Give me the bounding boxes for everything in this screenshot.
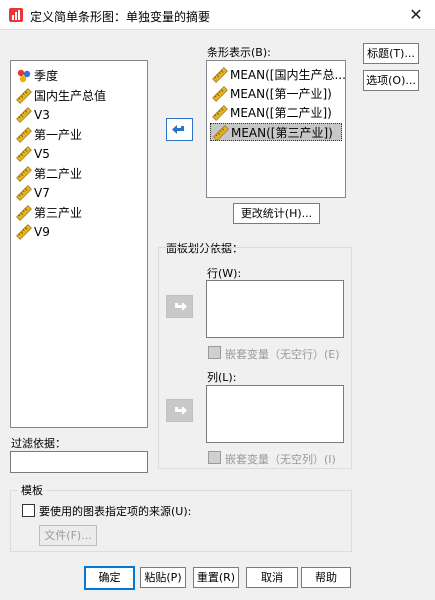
nest-cols-checkbox[interactable] xyxy=(208,451,221,464)
scale-variable-icon xyxy=(212,67,228,83)
variable-list[interactable]: 季度国内生产总值 V3 第一产业 V5 第二产业 V7 第三产业 V9 xyxy=(10,60,148,428)
scale-variable-icon xyxy=(16,224,32,240)
variable-label: 第一产业 xyxy=(34,127,83,142)
file-button[interactable]: 文件(F)... xyxy=(39,525,97,546)
scale-variable-icon xyxy=(16,165,32,182)
close-icon[interactable]: ✕ xyxy=(402,3,430,27)
variable-item[interactable]: 季度 xyxy=(14,67,58,85)
variable-label: V7 xyxy=(34,186,50,200)
filter-label: 过滤依据： xyxy=(11,437,66,450)
move-to-cols-button[interactable] xyxy=(166,399,193,422)
cancel-button[interactable]: 取消 xyxy=(246,567,298,588)
nest-rows-checkbox[interactable] xyxy=(208,346,221,359)
arrow-right-icon xyxy=(175,302,187,311)
variable-label: V9 xyxy=(34,225,50,239)
filter-input[interactable] xyxy=(10,451,148,473)
bar-item[interactable]: MEAN([第三产业]) xyxy=(210,123,342,141)
bars-label: 条形表示(B): xyxy=(207,46,271,59)
scale-variable-icon xyxy=(16,87,32,104)
variable-item[interactable]: V3 xyxy=(14,106,50,124)
scale-variable-icon xyxy=(16,146,32,162)
variable-item[interactable]: V7 xyxy=(14,184,50,202)
scale-variable-icon xyxy=(16,185,32,201)
bar-item[interactable]: MEAN([第一产业]) xyxy=(210,85,342,103)
variable-label: V3 xyxy=(34,108,50,122)
use-chart-spec-label: 要使用的图表指定项的来源(U): xyxy=(39,505,192,518)
bar-item-label: MEAN([国内生产总... xyxy=(230,68,346,82)
scale-variable-icon xyxy=(213,125,229,141)
variable-item[interactable]: 第三产业 xyxy=(14,204,82,222)
help-button[interactable]: 帮助 xyxy=(301,567,351,588)
scale-variable-icon xyxy=(16,107,32,123)
bar-item[interactable]: MEAN([国内生产总... xyxy=(210,66,346,84)
nominal-variable-icon xyxy=(17,69,31,83)
variable-item[interactable]: V9 xyxy=(14,223,50,241)
variable-item[interactable]: V5 xyxy=(14,145,50,163)
variable-label: 第二产业 xyxy=(34,166,83,181)
scale-variable-icon xyxy=(16,204,32,221)
variable-label: V5 xyxy=(34,147,50,161)
variable-item[interactable]: 第二产业 xyxy=(14,165,82,183)
rows-list[interactable] xyxy=(206,280,344,338)
arrow-right-icon xyxy=(175,406,187,415)
change-statistic-button[interactable]: 更改统计(H)... xyxy=(233,203,320,224)
bar-item-label: MEAN([第一产业]) xyxy=(230,87,332,101)
reset-button[interactable]: 重置(R) xyxy=(193,567,239,588)
rows-label: 行(W): xyxy=(207,267,242,280)
bar-item-label: MEAN([第二产业]) xyxy=(230,106,332,120)
variable-label: 季度 xyxy=(34,69,59,83)
titles-button[interactable]: 标题(T)... xyxy=(363,43,419,64)
nest-rows-label: 嵌套变量（无空行）(E) xyxy=(225,348,340,361)
scale-variable-icon xyxy=(16,126,32,143)
cols-label: 列(L): xyxy=(207,371,237,384)
variable-item[interactable]: 国内生产总值 xyxy=(14,87,106,105)
variable-item[interactable]: 第一产业 xyxy=(14,126,82,144)
template-label: 模板 xyxy=(18,482,46,498)
arrow-left-icon xyxy=(172,125,184,134)
variable-label: 第三产业 xyxy=(34,205,83,220)
bars-list[interactable]: MEAN([国内生产总... MEAN([第一产业]) MEAN([第二产业]) ME… xyxy=(206,60,346,198)
scale-variable-icon xyxy=(212,86,228,102)
scale-variable-icon xyxy=(212,105,228,121)
window-title: 定义简单条形图：单独变量的摘要 xyxy=(30,10,211,24)
use-chart-spec-checkbox[interactable] xyxy=(22,504,35,517)
bar-item-label: MEAN([第三产业]) xyxy=(231,126,333,140)
variable-label: 国内生产总值 xyxy=(34,88,107,103)
nest-cols-label: 嵌套变量（无空列）(I) xyxy=(225,453,336,466)
ok-button[interactable]: 确定 xyxy=(84,566,135,590)
move-to-bars-button[interactable] xyxy=(166,118,193,141)
bar-item[interactable]: MEAN([第二产业]) xyxy=(210,104,342,122)
options-button[interactable]: 选项(O)... xyxy=(363,70,419,91)
paste-button[interactable]: 粘贴(P) xyxy=(140,567,186,588)
app-icon xyxy=(9,8,23,22)
move-to-rows-button[interactable] xyxy=(166,295,193,318)
cols-list[interactable] xyxy=(206,385,344,443)
